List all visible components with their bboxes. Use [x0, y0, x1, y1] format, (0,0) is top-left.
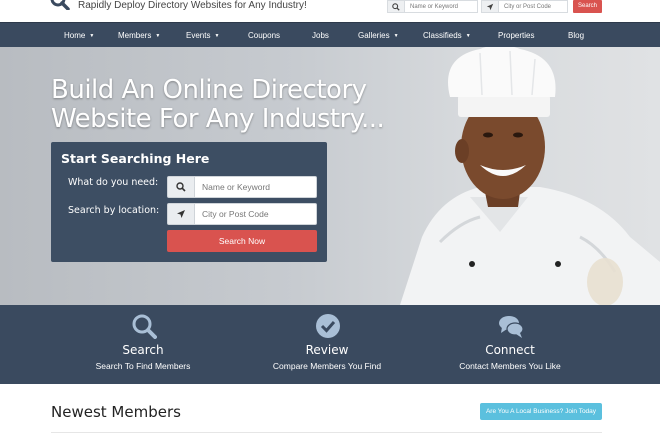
top-location-search[interactable]: City or Post Code	[481, 0, 568, 13]
need-label: What do you need:	[68, 177, 159, 188]
search-box-title: Start Searching Here	[61, 151, 210, 166]
chevron-down-icon: ▼	[465, 33, 471, 39]
chef-photo	[400, 47, 660, 305]
feature-title: Connect	[485, 343, 535, 357]
keyword-field[interactable]: Name or Keyword	[167, 176, 317, 198]
site-tagline: Rapidly Deploy Directory Websites for An…	[78, 0, 307, 11]
nav-item-coupons[interactable]: Coupons	[248, 23, 280, 48]
chevron-down-icon: ▼	[214, 33, 220, 39]
nav-item-properties[interactable]: Properties	[498, 23, 534, 48]
nav-item-home[interactable]: Home ▼	[64, 23, 94, 48]
chevron-down-icon: ▼	[393, 33, 399, 39]
hero-title: Build An Online Directory Website For An…	[51, 75, 385, 134]
features-strip: Search Search To Find Members Review Com…	[0, 305, 660, 384]
nav-item-jobs[interactable]: Jobs	[312, 23, 329, 48]
top-bar: Rapidly Deploy Directory Websites for An…	[0, 0, 660, 22]
location-arrow-icon	[167, 203, 195, 225]
nav-item-classifieds[interactable]: Classifieds ▼	[423, 23, 471, 48]
top-keyword-input[interactable]: Name or Keyword	[405, 0, 478, 13]
search-now-button[interactable]: Search Now	[167, 230, 317, 252]
top-keyword-search[interactable]: Name or Keyword	[387, 0, 478, 13]
check-circle-icon	[316, 314, 340, 338]
newest-members-heading: Newest Members	[51, 403, 181, 421]
search-icon	[167, 176, 195, 198]
nav-item-events[interactable]: Events ▼	[186, 23, 219, 48]
location-field[interactable]: City or Post Code	[167, 203, 317, 225]
location-arrow-icon	[481, 0, 499, 13]
keyword-input[interactable]: Name or Keyword	[195, 176, 317, 198]
chevron-down-icon: ▼	[155, 33, 161, 39]
magnifier-logo-icon[interactable]	[50, 0, 72, 10]
nav-item-galleries[interactable]: Galleries ▼	[358, 23, 399, 48]
chat-bubbles-icon	[499, 316, 524, 338]
divider	[51, 432, 602, 433]
hero-search-box: Start Searching Here What do you need: S…	[51, 142, 327, 262]
feature-connect[interactable]: Connect Contact Members You Like	[400, 305, 620, 384]
feature-subtitle: Contact Members You Like	[459, 361, 561, 371]
hero-banner: Build An Online Directory Website For An…	[0, 47, 660, 305]
nav-item-members[interactable]: Members ▼	[118, 23, 160, 48]
main-nav: Home ▼ Members ▼ Events ▼ Coupons Jobs Gall…	[0, 22, 660, 47]
join-today-button[interactable]: Are You A Local Business? Join Today	[480, 403, 602, 420]
search-icon	[132, 314, 157, 339]
top-search-button[interactable]: Search	[573, 0, 602, 13]
top-location-input[interactable]: City or Post Code	[499, 0, 568, 13]
nav-item-blog[interactable]: Blog	[568, 23, 584, 48]
location-label: Search by location:	[68, 205, 160, 216]
location-input[interactable]: City or Post Code	[195, 203, 317, 225]
search-icon	[387, 0, 405, 13]
chevron-down-icon: ▼	[89, 33, 95, 39]
